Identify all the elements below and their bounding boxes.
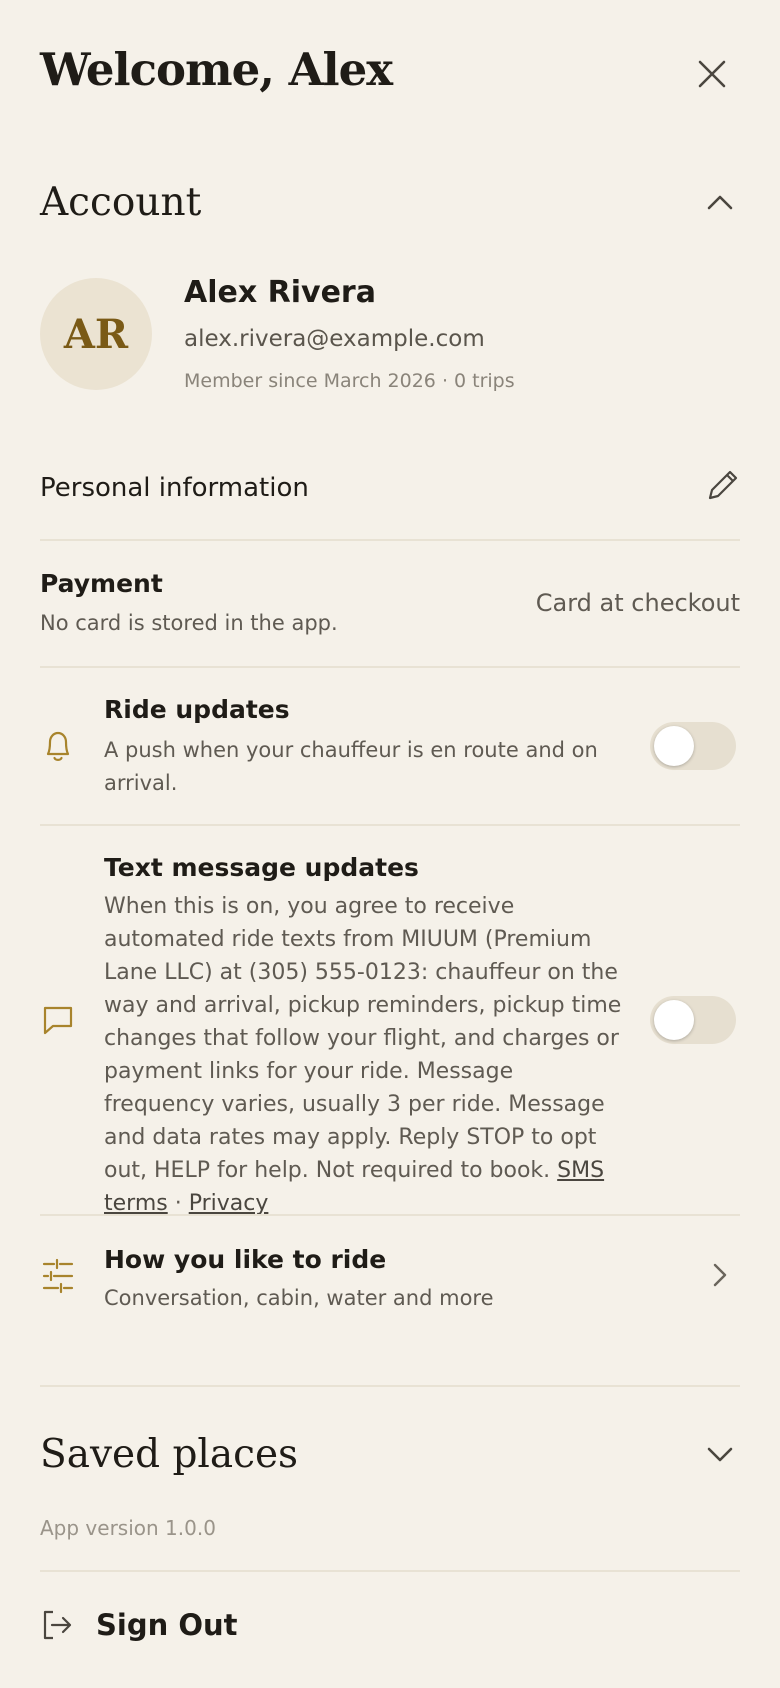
sign-out-label: Sign Out xyxy=(96,1608,238,1642)
text-updates-body: When this is on, you agree to receive au… xyxy=(104,894,622,1183)
saved-places-section-title: Saved places xyxy=(40,1432,299,1477)
message-icon xyxy=(42,1004,74,1040)
chevron-right-icon xyxy=(712,1262,728,1292)
avatar: AR xyxy=(40,278,152,390)
pencil-icon xyxy=(708,470,738,500)
personal-information-label: Personal information xyxy=(40,473,309,503)
ride-updates-toggle[interactable] xyxy=(650,722,736,770)
edit-personal-info-button[interactable] xyxy=(702,466,742,506)
member-since-text: Member since March 2026 · 0 trips xyxy=(184,370,515,392)
text-updates-toggle[interactable] xyxy=(650,996,736,1044)
personal-information-row[interactable]: Personal information xyxy=(40,466,740,510)
ride-preferences-subtitle: Conversation, cabin, water and more xyxy=(104,1286,494,1310)
ride-updates-title: Ride updates xyxy=(104,695,290,724)
sliders-icon xyxy=(42,1258,74,1298)
page-title: Welcome, Alex xyxy=(40,43,393,96)
close-button[interactable] xyxy=(690,52,734,96)
divider xyxy=(40,824,740,826)
profile-name: Alex Rivera xyxy=(184,275,376,310)
toggle-knob xyxy=(654,1000,694,1040)
ride-preferences-row[interactable]: How you like to ride Conversation, cabin… xyxy=(40,1230,740,1320)
bell-icon xyxy=(42,728,74,768)
divider xyxy=(40,1385,740,1387)
ride-updates-subtitle: A push when your chauffeur is en route a… xyxy=(104,738,598,795)
sign-out-icon xyxy=(43,1610,72,1640)
ride-preferences-title: How you like to ride xyxy=(104,1245,387,1274)
account-collapse-toggle[interactable] xyxy=(698,180,742,224)
close-icon xyxy=(698,60,726,88)
chevron-down-icon xyxy=(707,1447,733,1462)
link-separator: · xyxy=(174,1191,182,1216)
toggle-knob xyxy=(654,726,694,766)
chevron-up-icon xyxy=(707,195,733,210)
divider xyxy=(40,666,740,668)
account-section-title: Account xyxy=(40,180,202,225)
privacy-link[interactable]: Privacy xyxy=(189,1191,269,1216)
profile-email: alex.rivera@example.com xyxy=(184,326,485,352)
text-updates-title: Text message updates xyxy=(104,853,419,882)
payment-subtitle: No card is stored in the app. xyxy=(40,611,338,635)
payment-method-value: Card at checkout xyxy=(535,589,740,617)
divider xyxy=(40,1214,740,1216)
divider xyxy=(40,539,740,541)
app-version-text: App version 1.0.0 xyxy=(40,1516,216,1540)
payment-title: Payment xyxy=(40,569,163,598)
saved-places-expand-toggle[interactable] xyxy=(698,1432,742,1476)
text-updates-consent-text: When this is on, you agree to receive au… xyxy=(104,890,624,1220)
sign-out-button[interactable]: Sign Out xyxy=(40,1600,238,1650)
divider xyxy=(40,1570,740,1572)
